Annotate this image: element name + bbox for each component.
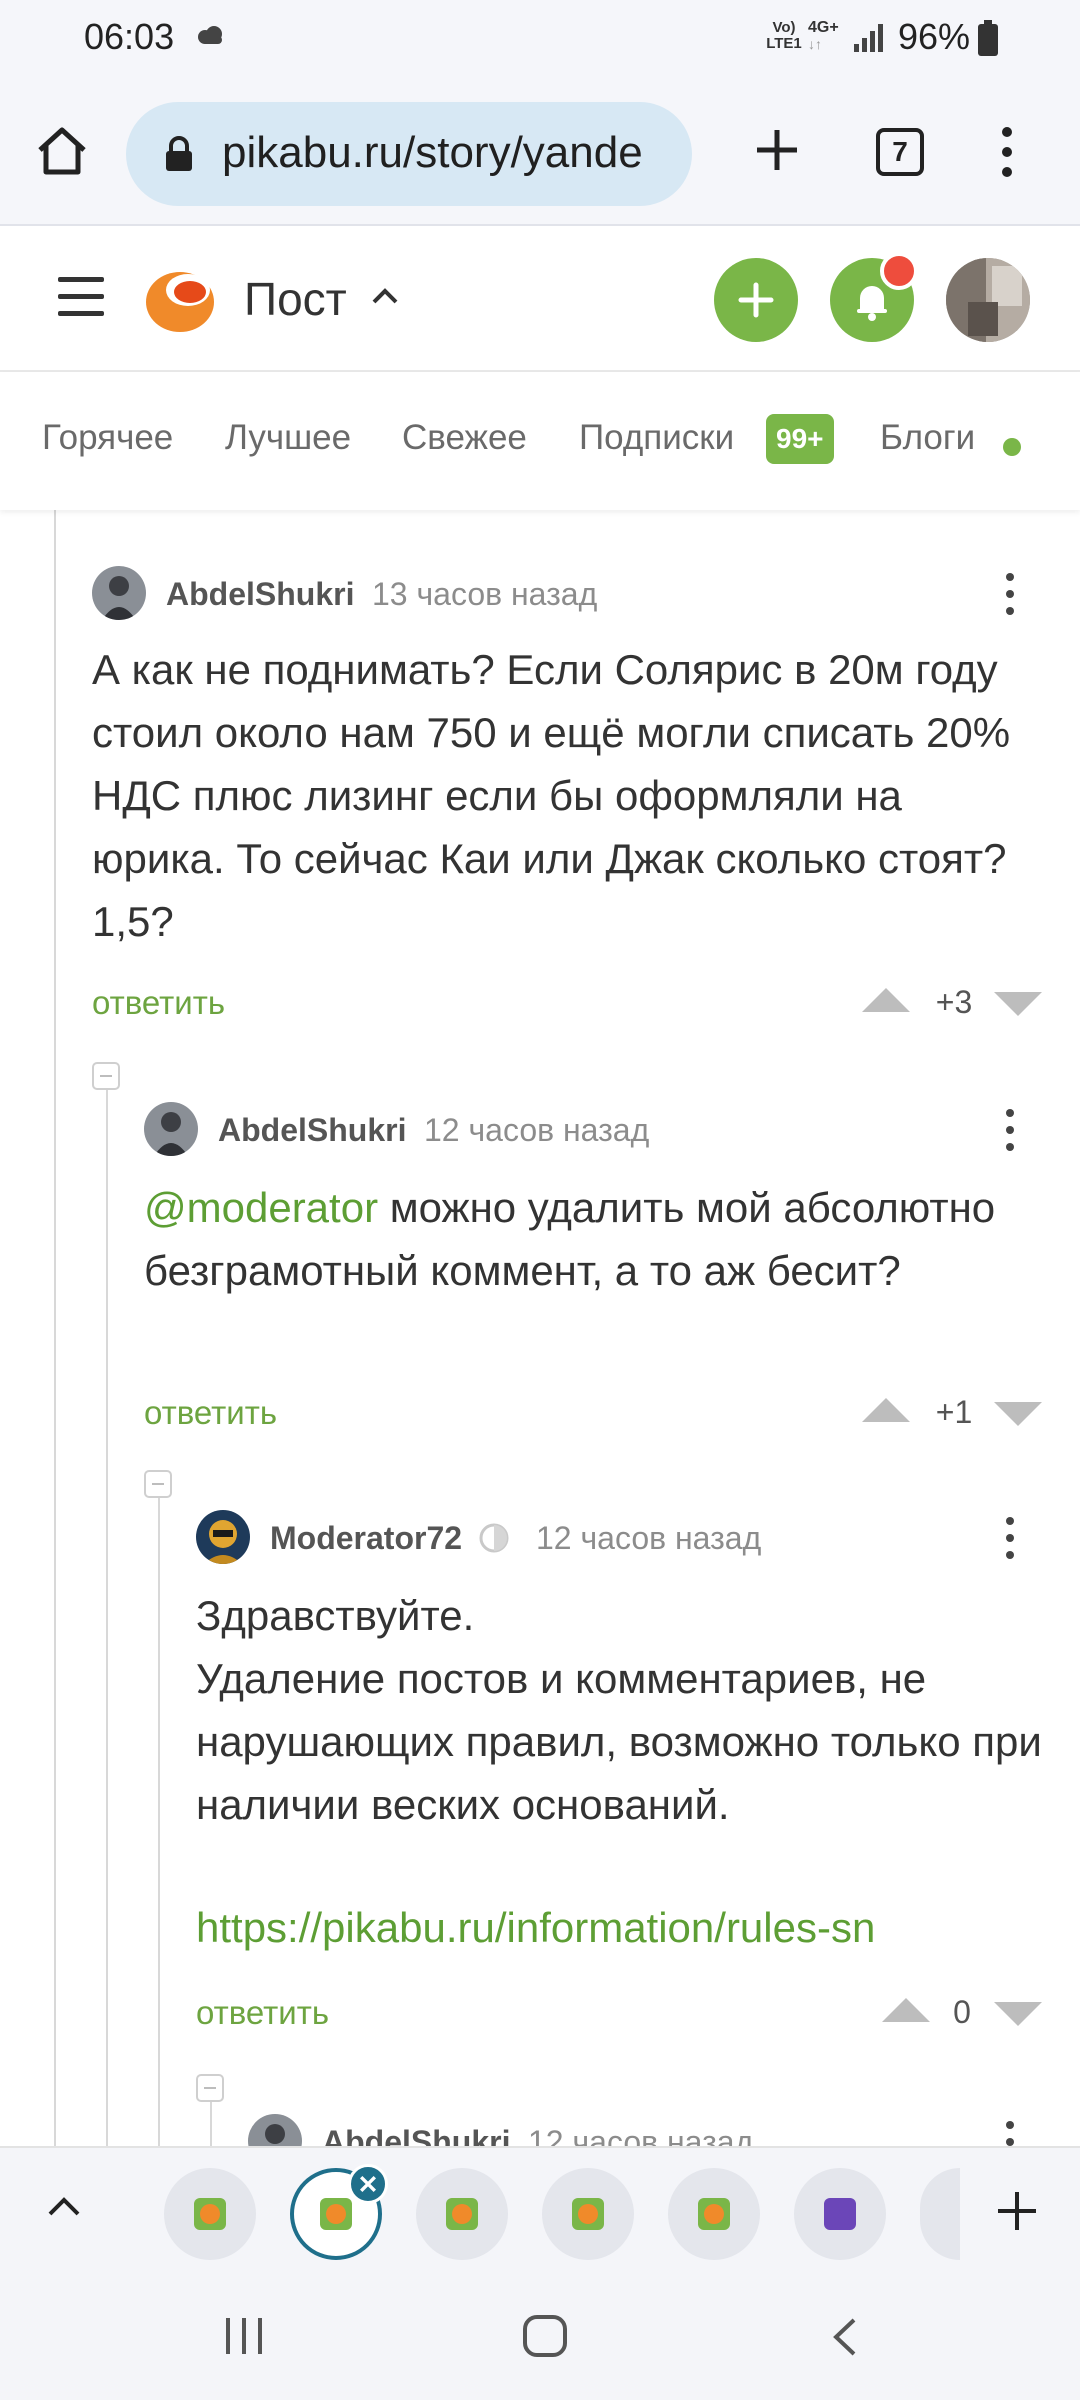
site-header: Пост [0,228,1080,372]
system-nav-bar [0,2272,1080,2400]
notification-dot [880,252,918,290]
comment-author[interactable]: Moderator72 [270,1520,462,1557]
browser-tab[interactable] [542,2168,634,2260]
browser-tab[interactable] [920,2168,960,2260]
comment-score: +1 [935,1394,973,1430]
pikabu-favicon-icon [698,2198,730,2230]
signal-icon [854,24,883,52]
comment-link[interactable]: https://pikabu.ru/information/rules-sn [196,1896,1056,1959]
menu-icon[interactable] [56,272,106,322]
avatar[interactable] [144,1102,198,1156]
avatar-photo [946,258,1030,342]
thread-line [54,510,56,2146]
downvote-icon[interactable] [994,992,1042,1016]
add-post-button[interactable] [714,258,798,342]
tab-subscriptions[interactable]: Подписки [579,418,734,458]
tab-blogs[interactable]: Блоги [880,418,975,458]
reply-link[interactable]: ответить [196,1994,329,2032]
battery-icon [978,20,998,56]
close-tab-button[interactable] [348,2164,388,2204]
comment-score: 0 [953,1994,971,2030]
reply-link[interactable]: ответить [92,984,225,1022]
tab-fresh[interactable]: Свежее [402,418,527,458]
upvote-icon[interactable] [862,988,910,1012]
home-nav-icon[interactable] [522,2314,568,2358]
pikabu-favicon-icon [572,2198,604,2230]
upvote-icon[interactable] [882,1998,930,2022]
comment-author[interactable]: AbdelShukri [322,2124,510,2146]
comment-time: 13 часов назад [372,576,598,612]
status-bar: 06:03 Vo) LTE1 4G+ ↓↑ 96% [0,0,1080,78]
blogs-indicator-dot [1003,438,1021,456]
battery-percent: 96% [898,16,971,57]
pikabu-logo-icon[interactable] [144,262,220,334]
tab-hot[interactable]: Горячее [42,418,173,458]
downvote-icon[interactable] [994,1402,1042,1426]
browser-tab[interactable] [668,2168,760,2260]
thread-line [106,1064,108,2146]
url-text[interactable]: pikabu.ru/story/yande [222,128,643,178]
collapse-thread-button[interactable] [144,1470,172,1498]
thread-line [158,1472,160,2146]
category-nav: Горячее Лучшее Свежее Подписки 99+ Блоги [0,372,1080,510]
address-bar[interactable]: pikabu.ru/story/yande [126,102,692,206]
pikabu-favicon-icon [194,2198,226,2230]
moderator-badge-icon [479,1523,509,1553]
cloud-icon [198,26,222,44]
tab-switcher-button[interactable]: 7 [876,128,924,176]
downvote-icon[interactable] [994,2002,1042,2026]
status-time: 06:03 [84,16,175,57]
collapse-thread-button[interactable] [196,2074,224,2102]
plus-icon[interactable] [994,2188,1040,2234]
collapse-thread-button[interactable] [92,1062,120,1090]
avatar[interactable] [196,1510,250,1564]
chevron-up-icon[interactable] [46,2192,82,2222]
comment-text: Здравствуйте. Удаление постов и коммента… [196,1592,1042,1828]
more-vert-icon[interactable] [1004,1108,1016,1152]
browser-tab[interactable] [164,2168,256,2260]
more-vert-icon[interactable] [1004,2120,1016,2146]
chevron-up-icon[interactable] [370,284,400,308]
plus-icon [738,282,774,318]
new-tab-icon[interactable] [752,122,802,178]
subscriptions-badge: 99+ [766,414,834,464]
tab-best[interactable]: Лучшее [225,418,351,458]
comment-score: +3 [935,984,973,1020]
avatar[interactable] [248,2114,302,2146]
comment-author[interactable]: AbdelShukri [166,576,354,613]
lock-icon[interactable] [164,136,194,172]
browser-tab[interactable] [416,2168,508,2260]
upvote-icon[interactable] [862,1398,910,1422]
moderator-mention[interactable]: @moderator [144,1184,378,1231]
comments-thread[interactable]: AbdelShukri 13 часов назад А как не подн… [0,510,1080,2146]
app-favicon-icon [824,2198,856,2230]
comment-text: @moderator можно удалить мой абсолютно б… [144,1184,996,1294]
more-vert-icon[interactable] [1004,572,1016,616]
comment-time: 12 часов назад [536,1520,762,1556]
volte-indicator: Vo) LTE1 [766,19,802,52]
browser-tab[interactable] [794,2168,886,2260]
home-icon[interactable] [34,122,90,178]
comment-author[interactable]: AbdelShukri [218,1112,406,1149]
avatar[interactable] [92,566,146,620]
network-type: 4G+ ↓↑ [808,19,839,53]
comment-time: 12 часов назад [528,2124,754,2146]
page-title[interactable]: Пост [244,272,347,326]
reply-link[interactable]: ответить [144,1394,277,1432]
browser-toolbar: pikabu.ru/story/yande 7 [0,78,1080,226]
comment-time: 12 часов назад [424,1112,650,1148]
close-icon [359,2175,377,2193]
pikabu-favicon-icon [320,2198,352,2230]
recents-icon[interactable] [222,2316,266,2356]
browser-tab-strip [0,2146,1080,2272]
user-avatar[interactable] [946,258,1030,342]
more-vert-icon[interactable] [1004,1516,1016,1560]
pikabu-favicon-icon [446,2198,478,2230]
back-icon[interactable] [830,2316,860,2358]
more-vert-icon[interactable] [994,126,1020,178]
comment-text: А как не поднимать? Если Солярис в 20м г… [92,646,1011,945]
